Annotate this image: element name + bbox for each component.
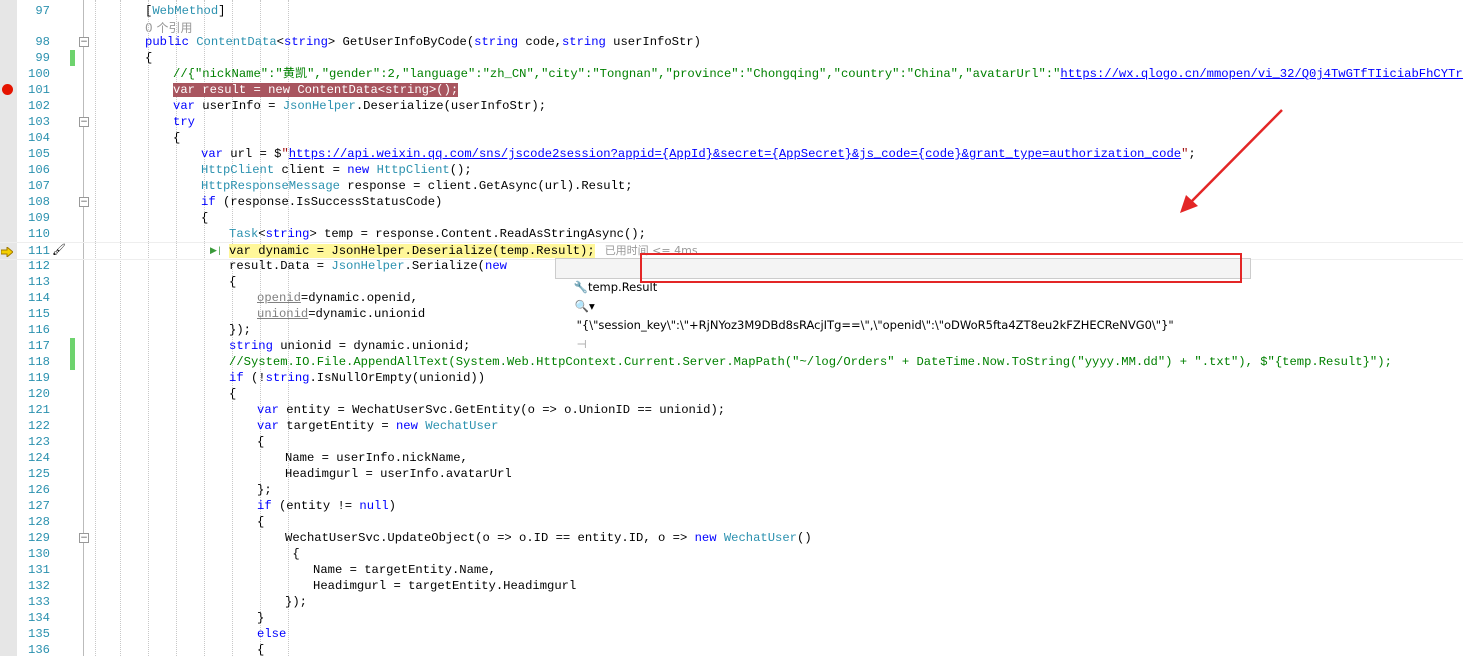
code-editor[interactable]: 0 个引用 97 [WebMethod] 98− public ContentData… <box>0 0 1463 657</box>
annotation-arrow <box>1180 109 1283 213</box>
